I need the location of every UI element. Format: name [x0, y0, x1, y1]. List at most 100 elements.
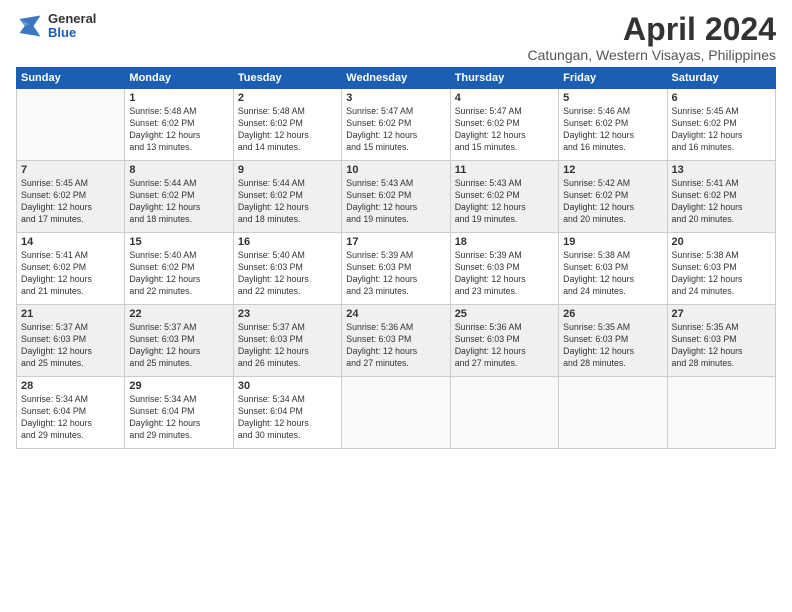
day-number: 17 — [346, 236, 445, 248]
day-info: Sunrise: 5:39 AM Sunset: 6:03 PM Dayligh… — [346, 250, 445, 298]
table-row: 16 Sunrise: 5:40 AM Sunset: 6:03 PM Dayli… — [233, 233, 341, 305]
day-info: Sunrise: 5:36 AM Sunset: 6:03 PM Dayligh… — [455, 322, 554, 370]
logo-blue-text: Blue — [48, 26, 96, 40]
day-info: Sunrise: 5:44 AM Sunset: 6:02 PM Dayligh… — [129, 178, 228, 226]
table-row: 3 Sunrise: 5:47 AM Sunset: 6:02 PM Daylig… — [342, 89, 450, 161]
calendar-table: Sunday Monday Tuesday Wednesday Thursday… — [16, 67, 776, 449]
table-row: 21 Sunrise: 5:37 AM Sunset: 6:03 PM Dayli… — [17, 305, 125, 377]
day-info: Sunrise: 5:37 AM Sunset: 6:03 PM Dayligh… — [238, 322, 337, 370]
day-number: 3 — [346, 92, 445, 104]
day-info: Sunrise: 5:47 AM Sunset: 6:02 PM Dayligh… — [455, 106, 554, 154]
subtitle: Catungan, Western Visayas, Philippines — [527, 47, 776, 63]
calendar-header-row: Sunday Monday Tuesday Wednesday Thursday… — [17, 68, 776, 89]
day-number: 8 — [129, 164, 228, 176]
table-row: 14 Sunrise: 5:41 AM Sunset: 6:02 PM Dayli… — [17, 233, 125, 305]
table-row — [342, 377, 450, 449]
day-number: 20 — [672, 236, 771, 248]
table-row: 28 Sunrise: 5:34 AM Sunset: 6:04 PM Dayli… — [17, 377, 125, 449]
calendar-week-row: 7Sunrise: 5:45 AM Sunset: 6:02 PM Daylig… — [17, 161, 776, 233]
day-info: Sunrise: 5:40 AM Sunset: 6:02 PM Dayligh… — [129, 250, 228, 298]
day-number: 18 — [455, 236, 554, 248]
day-info: Sunrise: 5:48 AM Sunset: 6:02 PM Dayligh… — [129, 106, 228, 154]
day-info: Sunrise: 5:38 AM Sunset: 6:03 PM Dayligh… — [563, 250, 662, 298]
table-row: 29 Sunrise: 5:34 AM Sunset: 6:04 PM Dayli… — [125, 377, 233, 449]
col-thursday: Thursday — [450, 68, 558, 89]
day-number: 23 — [238, 308, 337, 320]
table-row: 7Sunrise: 5:45 AM Sunset: 6:02 PM Daylig… — [17, 161, 125, 233]
table-row: 11 Sunrise: 5:43 AM Sunset: 6:02 PM Dayli… — [450, 161, 558, 233]
day-number: 14 — [21, 236, 120, 248]
day-number: 21 — [21, 308, 120, 320]
day-number: 16 — [238, 236, 337, 248]
day-info: Sunrise: 5:36 AM Sunset: 6:03 PM Dayligh… — [346, 322, 445, 370]
day-number: 30 — [238, 380, 337, 392]
table-row: 2 Sunrise: 5:48 AM Sunset: 6:02 PM Daylig… — [233, 89, 341, 161]
day-info: Sunrise: 5:34 AM Sunset: 6:04 PM Dayligh… — [21, 394, 120, 442]
day-info: Sunrise: 5:34 AM Sunset: 6:04 PM Dayligh… — [238, 394, 337, 442]
day-info: Sunrise: 5:34 AM Sunset: 6:04 PM Dayligh… — [129, 394, 228, 442]
table-row — [559, 377, 667, 449]
day-info: Sunrise: 5:37 AM Sunset: 6:03 PM Dayligh… — [129, 322, 228, 370]
col-monday: Monday — [125, 68, 233, 89]
day-number: 27 — [672, 308, 771, 320]
day-number: 11 — [455, 164, 554, 176]
day-info: Sunrise: 5:37 AM Sunset: 6:03 PM Dayligh… — [21, 322, 120, 370]
table-row: 30 Sunrise: 5:34 AM Sunset: 6:04 PM Dayli… — [233, 377, 341, 449]
table-row — [667, 377, 775, 449]
day-number: 10 — [346, 164, 445, 176]
header: General Blue April 2024 Catungan, Wester… — [16, 12, 776, 63]
day-number: 9 — [238, 164, 337, 176]
table-row: 13Sunrise: 5:41 AM Sunset: 6:02 PM Dayli… — [667, 161, 775, 233]
main-title: April 2024 — [527, 12, 776, 47]
day-number: 4 — [455, 92, 554, 104]
title-section: April 2024 Catungan, Western Visayas, Ph… — [527, 12, 776, 63]
logo: General Blue — [16, 12, 96, 41]
day-info: Sunrise: 5:43 AM Sunset: 6:02 PM Dayligh… — [346, 178, 445, 226]
day-info: Sunrise: 5:38 AM Sunset: 6:03 PM Dayligh… — [672, 250, 771, 298]
day-info: Sunrise: 5:48 AM Sunset: 6:02 PM Dayligh… — [238, 106, 337, 154]
table-row: 18 Sunrise: 5:39 AM Sunset: 6:03 PM Dayli… — [450, 233, 558, 305]
col-tuesday: Tuesday — [233, 68, 341, 89]
table-row: 23 Sunrise: 5:37 AM Sunset: 6:03 PM Dayli… — [233, 305, 341, 377]
page: General Blue April 2024 Catungan, Wester… — [0, 0, 792, 612]
day-number: 26 — [563, 308, 662, 320]
logo-general-text: General — [48, 12, 96, 26]
day-number: 22 — [129, 308, 228, 320]
day-info: Sunrise: 5:45 AM Sunset: 6:02 PM Dayligh… — [21, 178, 120, 226]
day-info: Sunrise: 5:39 AM Sunset: 6:03 PM Dayligh… — [455, 250, 554, 298]
calendar-week-row: 28 Sunrise: 5:34 AM Sunset: 6:04 PM Dayli… — [17, 377, 776, 449]
table-row: 17 Sunrise: 5:39 AM Sunset: 6:03 PM Dayli… — [342, 233, 450, 305]
day-number: 24 — [346, 308, 445, 320]
day-number: 2 — [238, 92, 337, 104]
day-info: Sunrise: 5:41 AM Sunset: 6:02 PM Dayligh… — [21, 250, 120, 298]
col-wednesday: Wednesday — [342, 68, 450, 89]
table-row: 8 Sunrise: 5:44 AM Sunset: 6:02 PM Daylig… — [125, 161, 233, 233]
day-info: Sunrise: 5:43 AM Sunset: 6:02 PM Dayligh… — [455, 178, 554, 226]
table-row: 24 Sunrise: 5:36 AM Sunset: 6:03 PM Dayli… — [342, 305, 450, 377]
day-info: Sunrise: 5:45 AM Sunset: 6:02 PM Dayligh… — [672, 106, 771, 154]
col-friday: Friday — [559, 68, 667, 89]
day-number: 1 — [129, 92, 228, 104]
calendar-week-row: 21 Sunrise: 5:37 AM Sunset: 6:03 PM Dayli… — [17, 305, 776, 377]
day-number: 12 — [563, 164, 662, 176]
table-row: 6Sunrise: 5:45 AM Sunset: 6:02 PM Daylig… — [667, 89, 775, 161]
col-sunday: Sunday — [17, 68, 125, 89]
table-row — [450, 377, 558, 449]
day-number: 28 — [21, 380, 120, 392]
day-number: 29 — [129, 380, 228, 392]
day-number: 15 — [129, 236, 228, 248]
day-info: Sunrise: 5:35 AM Sunset: 6:03 PM Dayligh… — [563, 322, 662, 370]
day-info: Sunrise: 5:46 AM Sunset: 6:02 PM Dayligh… — [563, 106, 662, 154]
col-saturday: Saturday — [667, 68, 775, 89]
table-row: 22 Sunrise: 5:37 AM Sunset: 6:03 PM Dayli… — [125, 305, 233, 377]
table-row: 12Sunrise: 5:42 AM Sunset: 6:02 PM Dayli… — [559, 161, 667, 233]
table-row: 25 Sunrise: 5:36 AM Sunset: 6:03 PM Dayli… — [450, 305, 558, 377]
logo-text: General Blue — [48, 12, 96, 41]
calendar-week-row: 1 Sunrise: 5:48 AM Sunset: 6:02 PM Daylig… — [17, 89, 776, 161]
day-number: 25 — [455, 308, 554, 320]
day-info: Sunrise: 5:47 AM Sunset: 6:02 PM Dayligh… — [346, 106, 445, 154]
table-row: 9Sunrise: 5:44 AM Sunset: 6:02 PM Daylig… — [233, 161, 341, 233]
table-row — [17, 89, 125, 161]
table-row: 5Sunrise: 5:46 AM Sunset: 6:02 PM Daylig… — [559, 89, 667, 161]
day-info: Sunrise: 5:40 AM Sunset: 6:03 PM Dayligh… — [238, 250, 337, 298]
